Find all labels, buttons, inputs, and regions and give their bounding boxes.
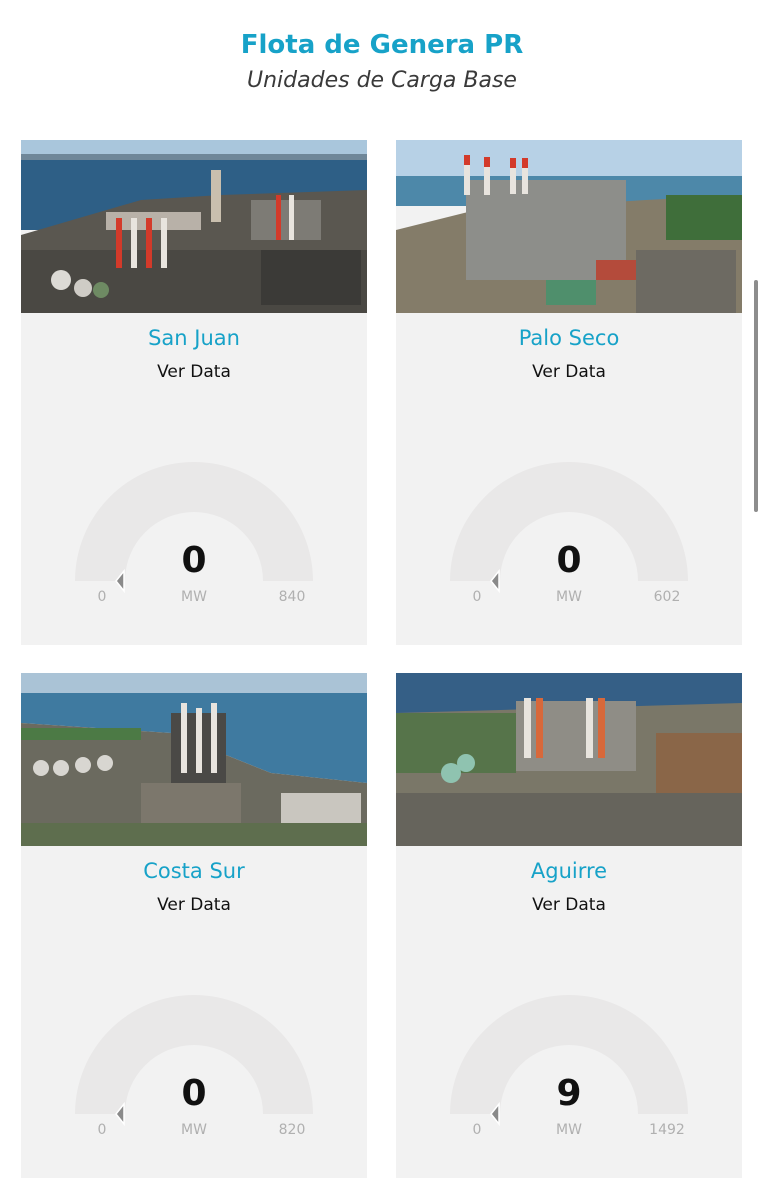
ver-data-link[interactable]: Ver Data: [396, 362, 742, 382]
gauge-min: 0: [97, 1122, 107, 1138]
plant-photo: [396, 140, 742, 313]
plant-name[interactable]: Costa Sur: [21, 859, 367, 883]
gauge-max: 840: [278, 589, 306, 605]
plant-card-aguirre: Aguirre Ver Data 9 MW 0 1492: [396, 673, 742, 1178]
ver-data-link[interactable]: Ver Data: [21, 895, 367, 915]
plant-card-san-juan: San Juan Ver Data 0 MW 0 840: [21, 140, 367, 645]
gauge-max: 820: [278, 1122, 306, 1138]
scrollbar[interactable]: [754, 280, 758, 512]
ver-data-link[interactable]: Ver Data: [396, 895, 742, 915]
gauge-min: 0: [97, 589, 107, 605]
plant-photo: [396, 673, 742, 846]
gauge-min: 0: [472, 1122, 482, 1138]
plant-photo: [21, 140, 367, 313]
gauge-min: 0: [472, 589, 482, 605]
gauge-value: 0: [181, 540, 207, 581]
plant-name[interactable]: Aguirre: [396, 859, 742, 883]
page-title: Flota de Genera PR: [240, 30, 524, 60]
ver-data-link[interactable]: Ver Data: [21, 362, 367, 382]
gauge-value: 9: [556, 1073, 582, 1114]
plant-card-palo-seco: Palo Seco Ver Data 0 MW 0 602: [396, 140, 742, 645]
gauge-max: 602: [653, 589, 681, 605]
page-subtitle: Unidades de Carga Base: [247, 68, 517, 93]
plant-name[interactable]: Palo Seco: [396, 326, 742, 350]
plant-card-costa-sur: Costa Sur Ver Data 0 MW 0 820: [21, 673, 367, 1178]
gauge-max: 1492: [649, 1122, 685, 1138]
gauge-value: 0: [181, 1073, 207, 1114]
plant-name[interactable]: San Juan: [21, 326, 367, 350]
plant-photo: [21, 673, 367, 846]
gauge-value: 0: [556, 540, 582, 581]
